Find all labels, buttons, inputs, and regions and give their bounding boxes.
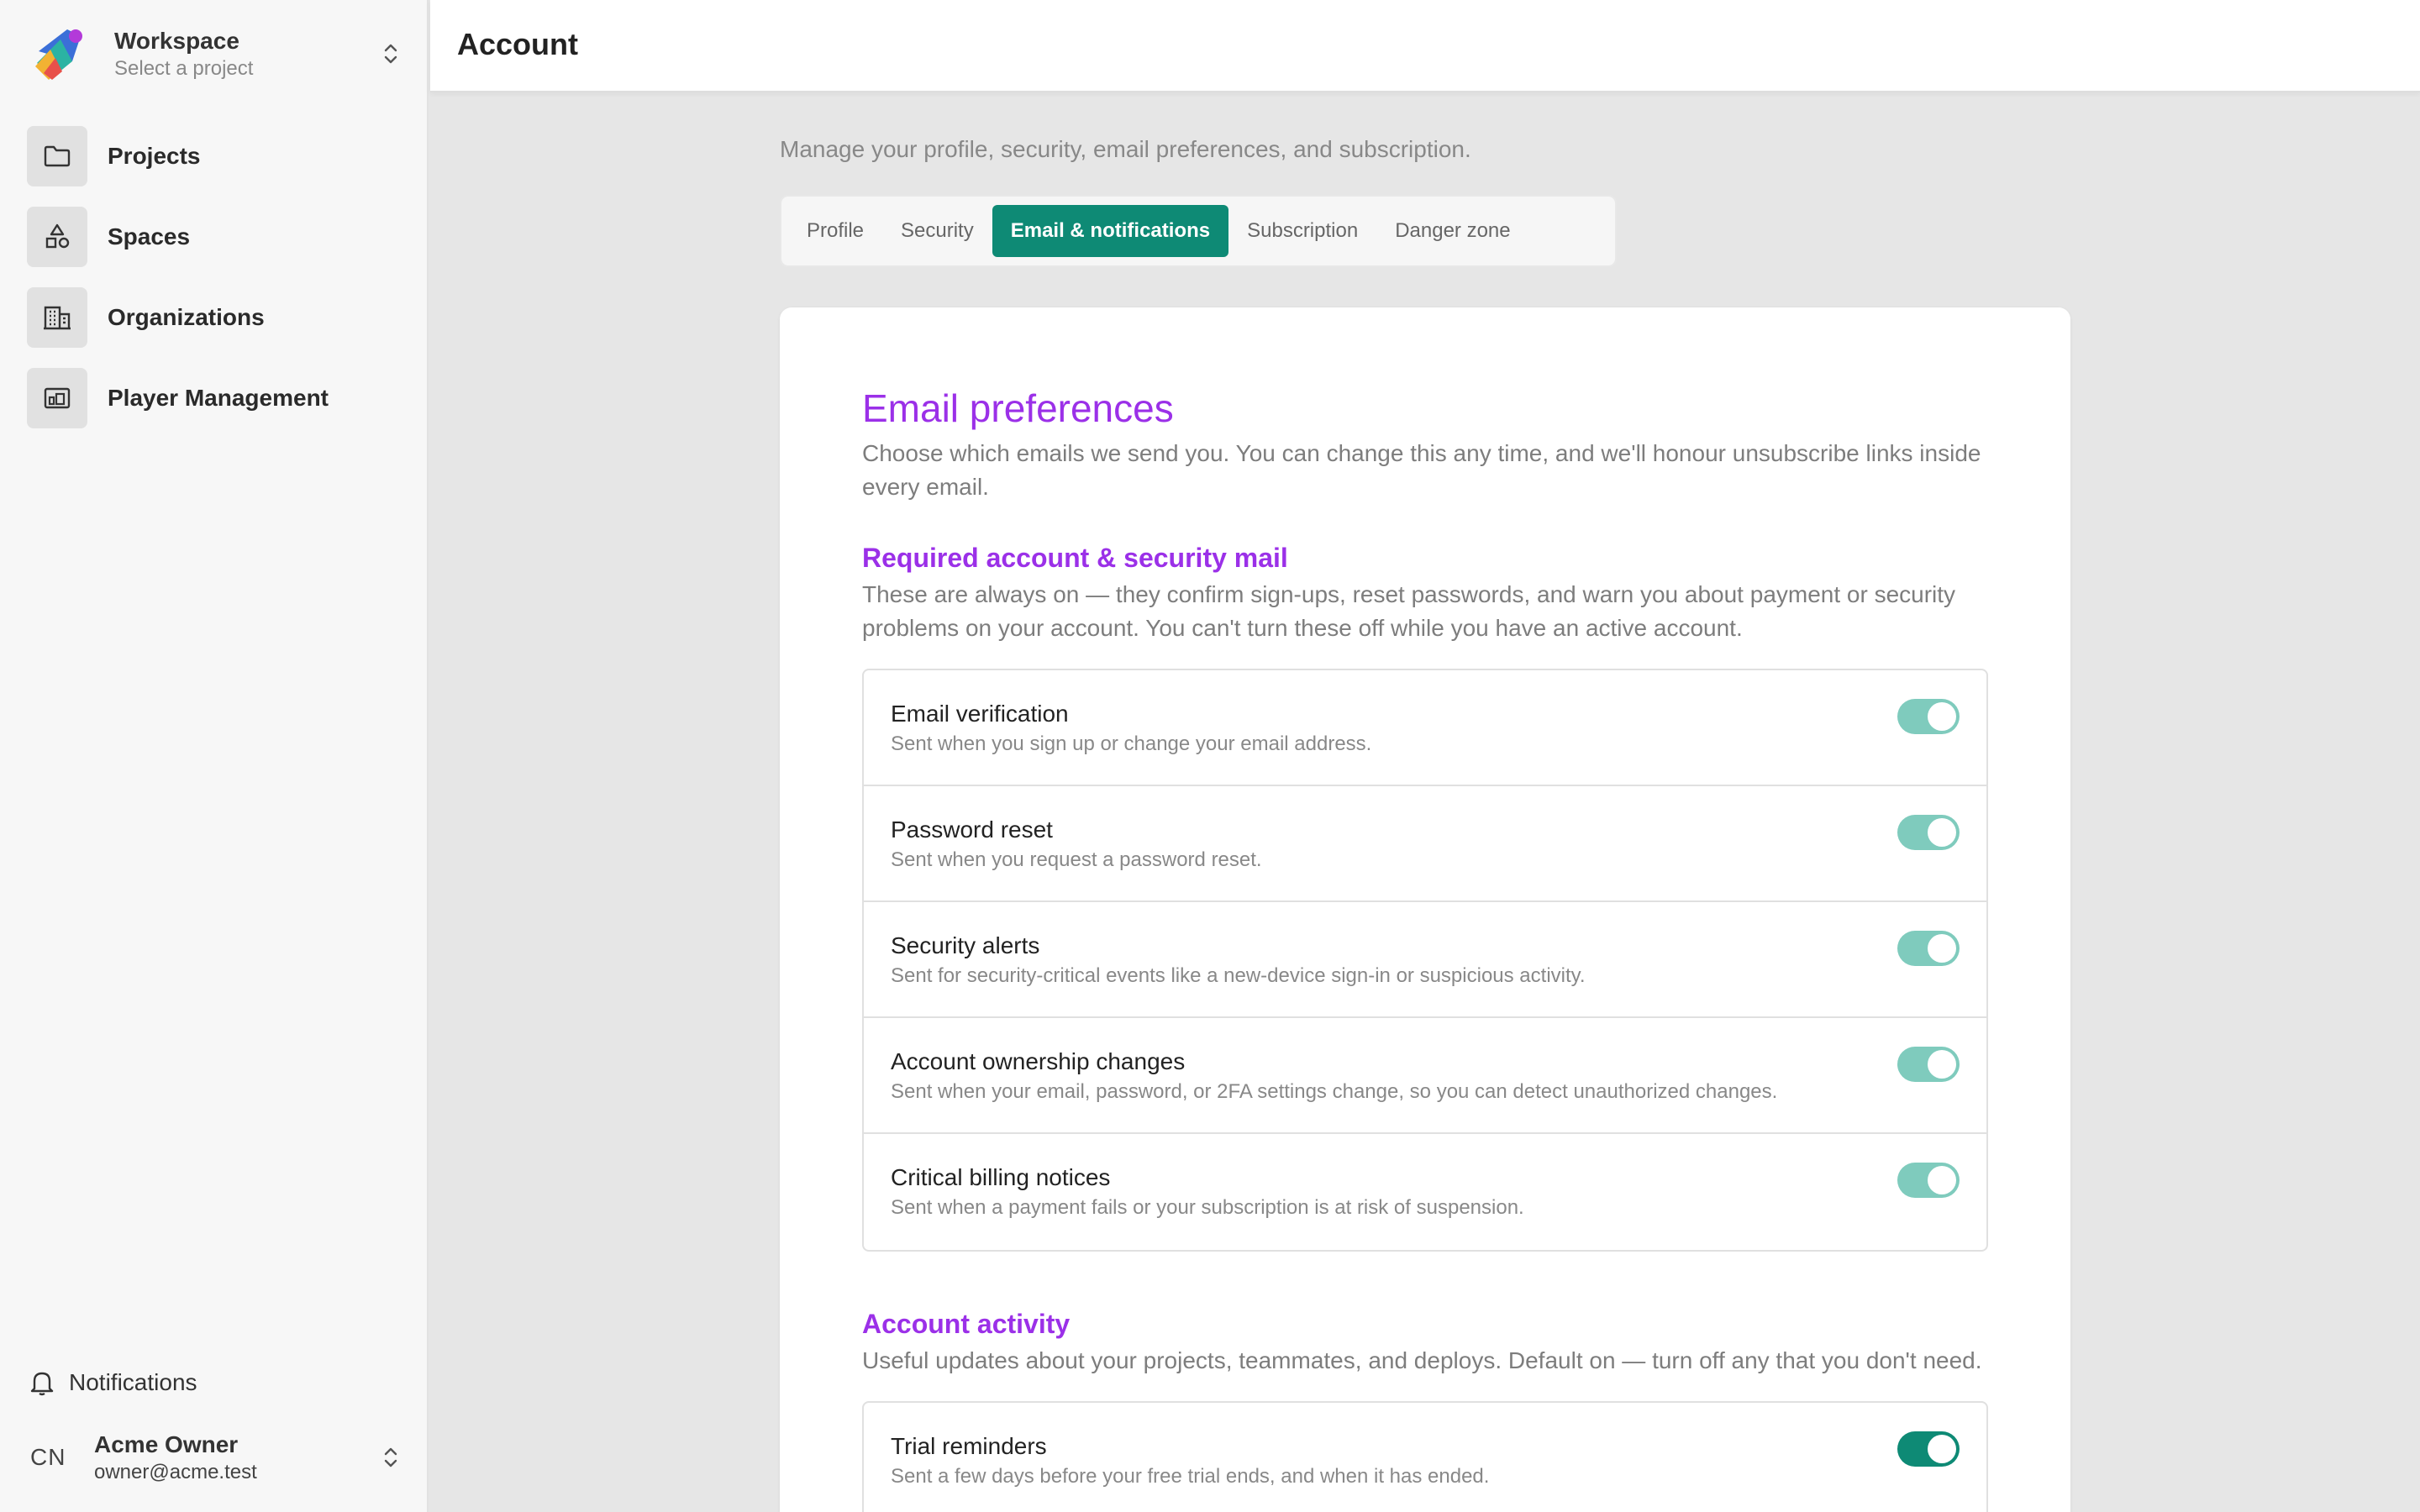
item-title: Account ownership changes <box>891 1048 1186 1074</box>
item-title: Password reset <box>891 816 1053 843</box>
sidebar-nav: Projects Spaces Organizations Player Man… <box>27 126 397 449</box>
account-ownership-toggle[interactable] <box>1897 1047 1960 1082</box>
chevron-up-down-icon[interactable] <box>378 37 403 71</box>
workspace-title: Workspace <box>114 28 239 54</box>
item-description: Sent when you request a password reset. <box>891 848 1262 871</box>
section-description: Choose which emails we send you. You can… <box>862 440 1981 500</box>
top-header: Account <box>430 0 2420 92</box>
player-icon <box>27 368 87 428</box>
workspace-logo <box>35 29 82 80</box>
item-description: Sent when a payment fails or your subscr… <box>891 1196 1524 1219</box>
sidebar-item-label: Organizations <box>108 304 265 330</box>
account-activity-list: Trial reminders Sent a few days before y… <box>862 1401 1988 1512</box>
notifications-label: Notifications <box>69 1369 197 1395</box>
avatar: CN <box>30 1444 66 1470</box>
item-title: Security alerts <box>891 932 1040 958</box>
chevron-up-down-icon[interactable] <box>378 1441 403 1474</box>
page-subtitle: Manage your profile, security, email pre… <box>780 136 1471 162</box>
sidebar-item-label: Spaces <box>108 223 191 249</box>
folder-icon <box>27 126 87 186</box>
password-reset-toggle[interactable] <box>1897 815 1960 850</box>
page-title: Account <box>457 27 578 61</box>
notifications-link[interactable]: Notifications <box>30 1365 197 1400</box>
sidebar-item-organizations[interactable]: Organizations <box>27 287 397 348</box>
item-title: Email verification <box>891 701 1069 727</box>
sidebar-item-label: Player Management <box>108 385 329 411</box>
account-tabs: Profile Security Email & notifications S… <box>780 195 1617 267</box>
user-email: owner@acme.test <box>94 1461 257 1483</box>
critical-billing-toggle[interactable] <box>1897 1163 1960 1198</box>
list-item: Account ownership changes Sent when your… <box>864 1018 1986 1134</box>
item-description: Sent for security-critical events like a… <box>891 964 1586 987</box>
email-verification-toggle[interactable] <box>1897 699 1960 734</box>
email-preferences-card: Email preferences Choose which emails we… <box>780 307 2070 1512</box>
item-title: Critical billing notices <box>891 1164 1111 1190</box>
tab-danger-zone[interactable]: Danger zone <box>1376 205 1528 257</box>
account-activity-description: Useful updates about your projects, team… <box>862 1347 1982 1373</box>
account-activity-title: Account activity <box>862 1309 1071 1339</box>
required-mail-list: Email verification Sent when you sign up… <box>862 669 1988 1252</box>
user-menu[interactable]: CN Acme Owner owner@acme.test <box>30 1424 403 1491</box>
sidebar-item-spaces[interactable]: Spaces <box>27 207 397 267</box>
item-description: Sent when your email, password, or 2FA s… <box>891 1080 1778 1103</box>
workspace-switcher[interactable]: Workspace Select a project <box>30 24 403 84</box>
sidebar-item-projects[interactable]: Projects <box>27 126 397 186</box>
sidebar-item-player-management[interactable]: Player Management <box>27 368 397 428</box>
workspace-subtitle: Select a project <box>114 57 254 80</box>
list-item: Critical billing notices Sent when a pay… <box>864 1134 1986 1250</box>
security-alerts-toggle[interactable] <box>1897 931 1960 966</box>
list-item: Trial reminders Sent a few days before y… <box>864 1403 1986 1512</box>
bell-icon <box>30 1372 54 1396</box>
tab-subscription[interactable]: Subscription <box>1228 205 1376 257</box>
building-icon <box>27 287 87 348</box>
shapes-icon <box>27 207 87 267</box>
sidebar: Workspace Select a project Projects Spac… <box>0 0 429 1512</box>
item-description: Sent a few days before your free trial e… <box>891 1465 1490 1488</box>
required-mail-title: Required account & security mail <box>862 543 1288 573</box>
item-title: Trial reminders <box>891 1433 1047 1459</box>
tab-security[interactable]: Security <box>882 205 992 257</box>
list-item: Password reset Sent when you request a p… <box>864 786 1986 902</box>
item-description: Sent when you sign up or change your ema… <box>891 732 1372 755</box>
section-title: Email preferences <box>862 386 1174 430</box>
list-item: Security alerts Sent for security-critic… <box>864 902 1986 1018</box>
tab-email-notifications[interactable]: Email & notifications <box>992 205 1229 257</box>
trial-reminders-toggle[interactable] <box>1897 1431 1960 1467</box>
list-item: Email verification Sent when you sign up… <box>864 670 1986 786</box>
tab-profile[interactable]: Profile <box>788 205 882 257</box>
user-name: Acme Owner <box>94 1431 239 1457</box>
sidebar-item-label: Projects <box>108 143 201 169</box>
required-mail-description: These are always on — they confirm sign-… <box>862 581 1956 641</box>
